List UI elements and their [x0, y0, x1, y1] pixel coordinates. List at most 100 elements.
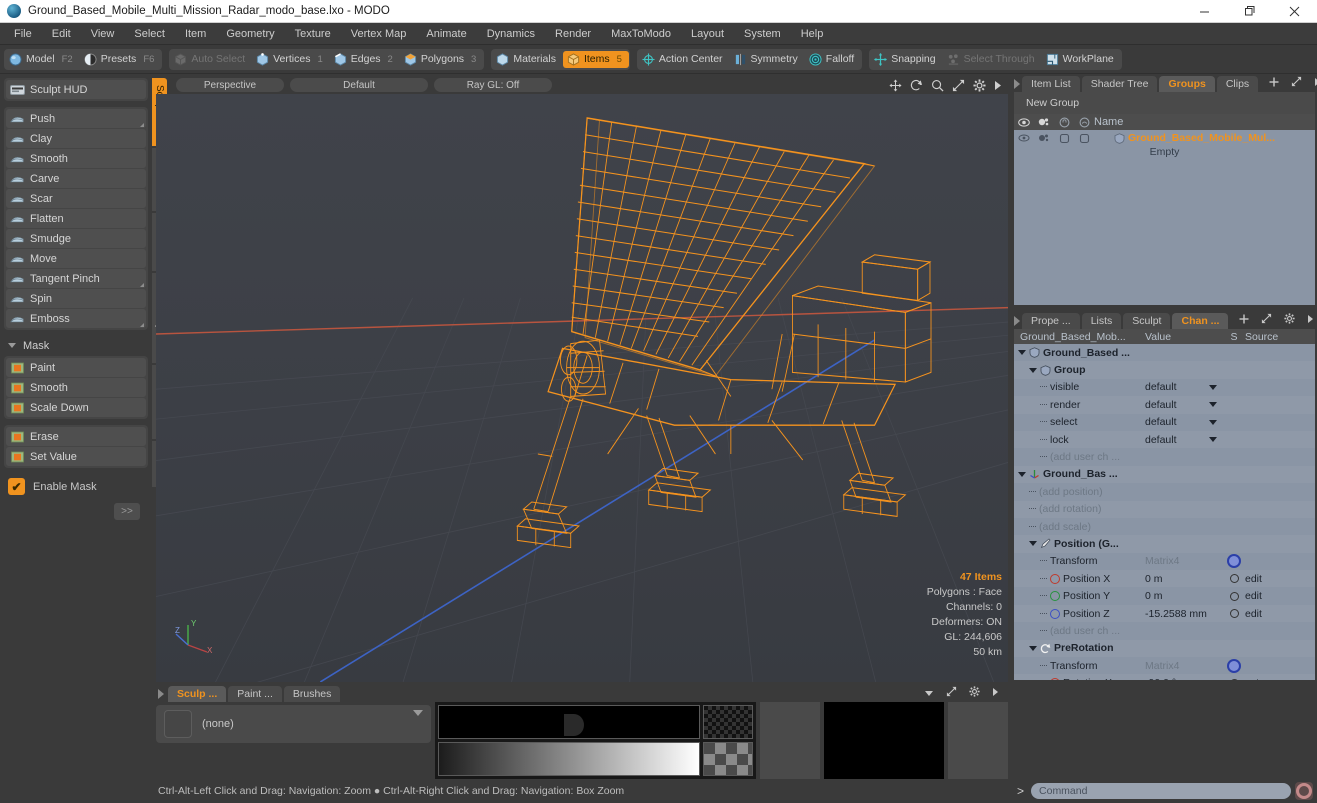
expand-icon[interactable] [1258, 313, 1275, 327]
channel-row[interactable]: select default [1014, 414, 1315, 431]
channel-row[interactable]: (add user ch ... [1014, 448, 1315, 465]
tab-lists[interactable]: Lists [1081, 313, 1122, 329]
model-button[interactable]: Model F2 [5, 51, 80, 68]
chevron-down-icon[interactable] [1209, 437, 1217, 443]
groups-list-empty-area[interactable] [1014, 231, 1315, 305]
items-button[interactable]: Items 5 [562, 50, 629, 68]
menu-item-system[interactable]: System [734, 26, 791, 42]
tab-shader-tree[interactable]: Shader Tree [1081, 76, 1158, 92]
channel-value[interactable]: 0 m [1145, 573, 1163, 585]
row-lock-toggle[interactable] [1054, 133, 1074, 144]
chevron-down-icon[interactable] [1029, 645, 1037, 651]
menu-item-view[interactable]: View [81, 26, 125, 42]
channel-row[interactable]: Position (G... [1014, 535, 1315, 553]
sculpt-tool-smooth[interactable]: Smooth [6, 149, 146, 168]
channel-source[interactable]: edit [1245, 590, 1315, 602]
sculpt-tool-move[interactable]: Move [6, 249, 146, 268]
channel-row[interactable]: Position Y 0 m edit [1014, 587, 1315, 604]
panel-menu-icon[interactable] [158, 689, 164, 699]
tab-item-list[interactable]: Item List [1022, 76, 1080, 92]
channel-row[interactable]: PreRotation [1014, 639, 1315, 658]
brush-extra-panel-2[interactable] [948, 702, 1008, 779]
panel-menu-icon[interactable] [1014, 79, 1020, 89]
enable-mask-row[interactable]: ✔ Enable Mask [4, 474, 148, 495]
falloff-button[interactable]: Falloff [805, 51, 861, 68]
row-select-toggle[interactable] [1074, 133, 1094, 144]
symmetry-button[interactable]: Symmetry [730, 51, 805, 68]
sculpt-tool-flatten[interactable]: Flatten [6, 209, 146, 228]
enable-mask-checkbox[interactable]: ✔ [8, 478, 25, 495]
channel-value[interactable]: -15.2588 mm [1145, 608, 1207, 620]
tab-sculp[interactable]: Sculp ... [168, 686, 227, 702]
menu-item-layout[interactable]: Layout [681, 26, 734, 42]
gear-icon[interactable] [1281, 313, 1298, 327]
brush-preview-black-1[interactable] [824, 702, 944, 779]
channel-source[interactable]: edit [1245, 608, 1315, 620]
channel-value[interactable]: 0 m [1145, 590, 1163, 602]
channel-state-icon[interactable] [1229, 574, 1239, 584]
sculpt-tool-carve[interactable]: Carve [6, 169, 146, 188]
channel-row[interactable]: Group [1014, 361, 1315, 379]
channel-row[interactable]: render default [1014, 396, 1315, 414]
channel-row[interactable]: visible default [1014, 379, 1315, 396]
channel-source[interactable]: edit [1245, 573, 1315, 585]
menu-item-texture[interactable]: Texture [285, 26, 341, 42]
plus-icon[interactable] [1236, 313, 1252, 327]
sculpt-tool-clay[interactable]: Clay [6, 129, 146, 148]
move-icon[interactable] [889, 78, 902, 92]
eye-icon[interactable] [1014, 117, 1034, 127]
panel-menu-icon[interactable] [1014, 316, 1020, 326]
channel-row[interactable]: Ground_Bas ... [1014, 465, 1315, 484]
channel-value[interactable]: default [1145, 416, 1177, 428]
menu-item-file[interactable]: File [4, 26, 42, 42]
record-icon[interactable] [1295, 782, 1313, 800]
tab-brushes[interactable]: Brushes [283, 686, 341, 702]
falloff-black-preview[interactable] [438, 705, 700, 739]
falloff-checker-preview-2[interactable] [703, 742, 753, 776]
plus-icon[interactable] [1266, 76, 1282, 90]
presets-button[interactable]: Presets F6 [80, 51, 162, 68]
row-visibility-toggle[interactable] [1014, 134, 1034, 142]
channel-row[interactable]: Transform Matrix4 [1014, 657, 1315, 674]
menu-item-help[interactable]: Help [791, 26, 834, 42]
brush-thumbnail[interactable] [164, 710, 192, 738]
mask-section-header[interactable]: Mask [4, 336, 148, 355]
tab-groups[interactable]: Groups [1159, 76, 1215, 92]
sculpt-hud-button[interactable]: Sculpt HUD [6, 80, 146, 99]
channel-state-icon[interactable] [1229, 591, 1239, 601]
sculpt-tool-tangent-pinch[interactable]: Tangent Pinch [6, 269, 146, 288]
gear-icon[interactable] [966, 686, 983, 700]
close-button[interactable] [1272, 0, 1317, 22]
channel-value[interactable]: default [1145, 381, 1177, 393]
tab-paint[interactable]: Paint ... [228, 686, 282, 702]
expand-icon[interactable] [943, 686, 960, 700]
zoom-icon[interactable] [931, 79, 944, 92]
channel-row[interactable]: (add position) [1014, 483, 1315, 500]
viewport-shading-selector[interactable]: Default [290, 78, 428, 92]
menu-item-dynamics[interactable]: Dynamics [477, 26, 545, 42]
gear-icon[interactable] [1227, 554, 1241, 569]
menu-item-render[interactable]: Render [545, 26, 601, 42]
render-icon[interactable] [1034, 117, 1054, 127]
chevron-down-icon[interactable] [1209, 402, 1217, 408]
sculpt-tool-scar[interactable]: Scar [6, 189, 146, 208]
viewport-view-selector[interactable]: Perspective [176, 78, 284, 92]
channel-row[interactable]: (add scale) [1014, 518, 1315, 535]
chevron-down-icon[interactable] [1018, 471, 1026, 477]
sculpt-tool-emboss[interactable]: Emboss [6, 309, 146, 328]
menu-item-item[interactable]: Item [175, 26, 216, 42]
select-icon[interactable] [1074, 117, 1094, 128]
action-center-button[interactable]: Action Center [638, 51, 730, 68]
channel-row[interactable]: Position Z -15.2588 mm edit [1014, 604, 1315, 623]
channel-value[interactable]: -90.0 ° [1145, 677, 1176, 680]
chevron-right-icon[interactable] [994, 80, 1002, 91]
submenu-corner-icon[interactable] [140, 323, 144, 327]
chevron-down-icon[interactable] [1029, 367, 1037, 373]
expand-icon[interactable] [1288, 76, 1305, 90]
chevron-down-icon[interactable] [413, 710, 423, 716]
falloff-checker-preview-1[interactable] [703, 705, 753, 739]
viewport-raygl-toggle[interactable]: Ray GL: Off [434, 78, 552, 92]
sculpt-tool-spin[interactable]: Spin [6, 289, 146, 308]
command-input[interactable]: Command [1031, 783, 1291, 799]
snapping-button[interactable]: Snapping [870, 51, 942, 68]
